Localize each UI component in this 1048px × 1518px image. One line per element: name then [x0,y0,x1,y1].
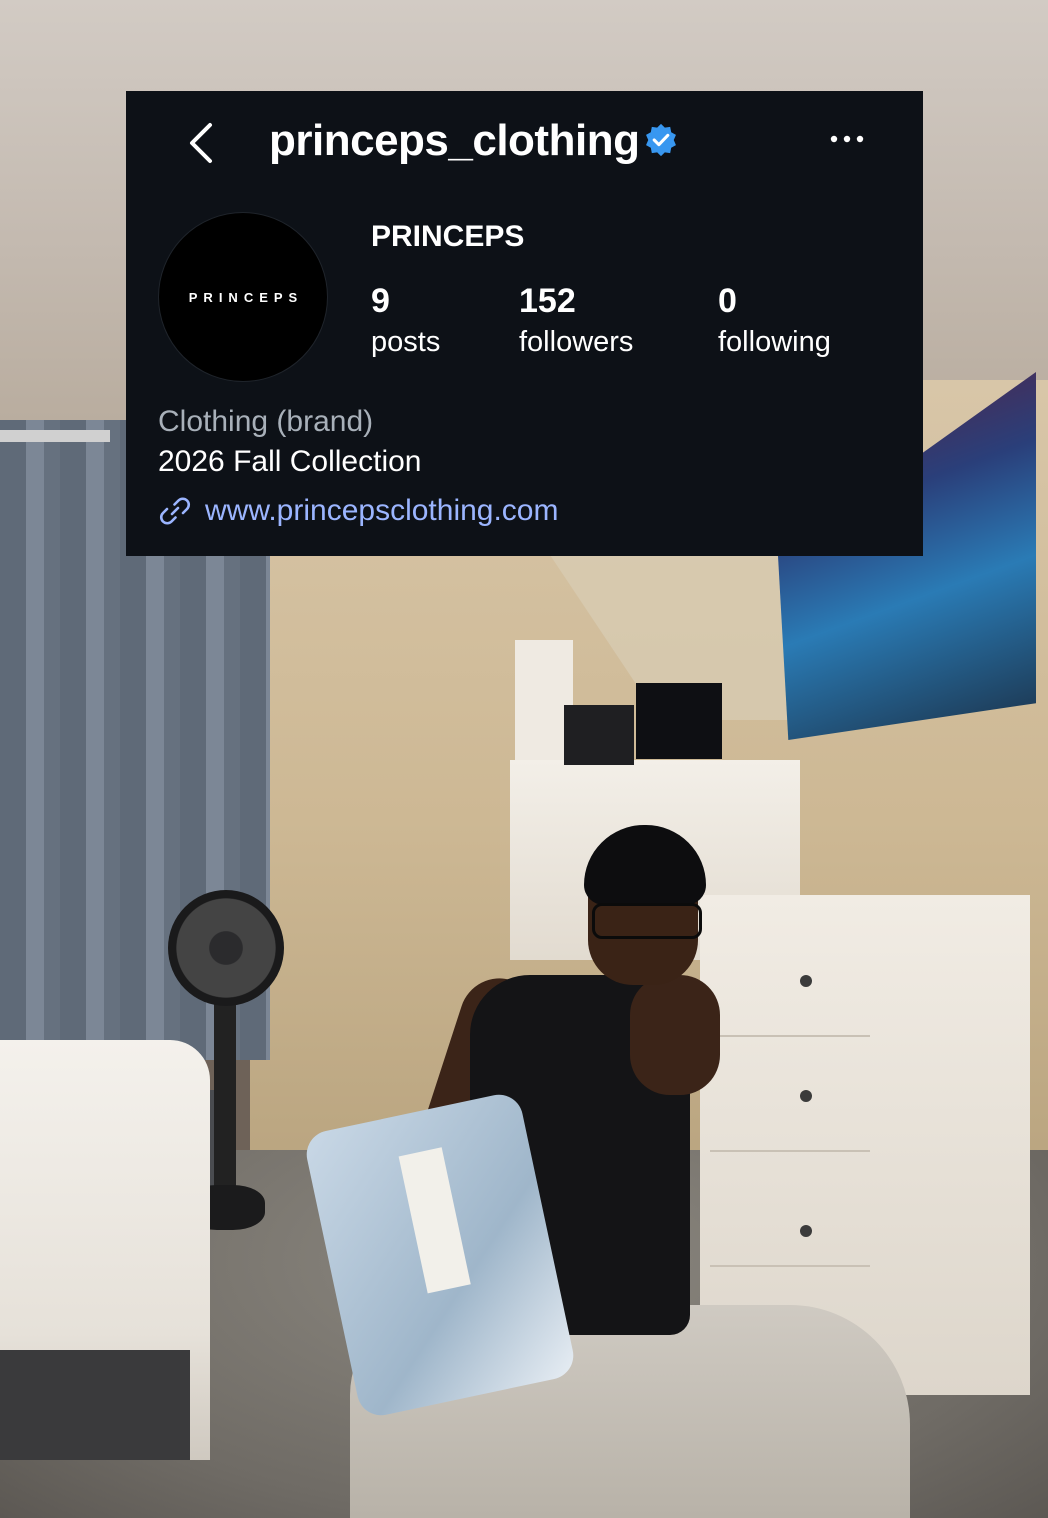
curtain-rod [0,430,110,442]
fan [168,890,284,1006]
profile-avatar[interactable]: PRINCEPS [158,212,328,382]
person-arm [630,975,720,1095]
profile-username: princeps_clothing [269,116,640,165]
link-icon [160,497,190,525]
person-durag [584,825,706,905]
pillow-label [398,1147,471,1294]
chevron-left-icon[interactable] [182,121,226,165]
bed-base [0,1350,190,1460]
speaker [564,705,634,765]
following-count: 0 [718,282,737,320]
verified-badge-icon [646,123,676,157]
followers-count: 152 [519,282,576,320]
posts-stat[interactable]: 9 posts [371,281,440,361]
profile-category: Clothing (brand) [158,405,374,438]
more-horizontal-icon[interactable] [829,131,865,147]
followers-label: followers [519,326,634,358]
posts-label: posts [371,326,441,358]
fan-stand [214,1000,236,1190]
speaker [636,683,722,759]
avatar-logo-text: PRINCEPS [188,289,304,305]
posts-count: 9 [371,282,390,320]
profile-website-link[interactable]: www.princepsclothing.com [158,493,558,529]
person-glasses [592,903,702,939]
website-url[interactable]: www.princepsclothing.com [205,493,558,529]
profile-display-name: PRINCEPS [371,220,525,253]
following-label: following [718,326,831,358]
followers-stat[interactable]: 152 followers [519,281,633,361]
following-stat[interactable]: 0 following [718,281,831,361]
profile-card: princeps_clothing PRINCEPS PRINCEPS 9 po… [126,91,923,556]
profile-bio: 2026 Fall Collection [158,445,422,478]
